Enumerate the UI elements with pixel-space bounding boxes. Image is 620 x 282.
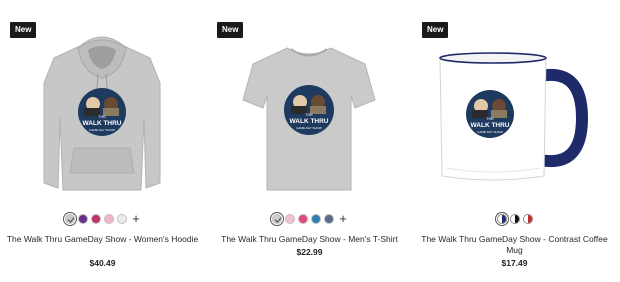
svg-text:GAME DAY SHOW: GAME DAY SHOW [477, 130, 503, 134]
product-title[interactable]: The Walk Thru GameDay Show - Contrast Co… [416, 234, 613, 256]
show-logo: THE WALK THRU GAME DAY SHOW [466, 90, 514, 138]
svg-text:WALK THRU: WALK THRU [83, 120, 122, 127]
more-colors-plus-icon[interactable]: + [339, 212, 347, 225]
svg-text:THE: THE [98, 114, 106, 119]
product-title[interactable]: The Walk Thru GameDay Show - Women's Hoo… [4, 234, 201, 245]
product-card-hoodie[interactable]: THE WALK THRU GAME DAY SHOW New + The Wa… [0, 0, 205, 282]
new-badge: New [217, 22, 244, 38]
color-swatch[interactable] [509, 214, 520, 224]
new-badge: New [422, 22, 449, 38]
color-swatch[interactable] [285, 214, 296, 224]
product-title[interactable]: The Walk Thru GameDay Show - Men's T-Shi… [211, 234, 408, 245]
show-logo: THE WALK THRU GAME DAY SHOW [78, 88, 126, 136]
color-swatch[interactable] [324, 214, 335, 224]
color-swatch[interactable] [298, 214, 309, 224]
color-swatch[interactable] [65, 214, 76, 224]
color-swatch[interactable] [104, 214, 115, 224]
product-grid: THE WALK THRU GAME DAY SHOW New + The Wa… [0, 0, 620, 282]
color-swatch[interactable] [311, 214, 322, 224]
product-card-mug[interactable]: THE WALK THRU GAME DAY SHOW New The Walk… [412, 0, 617, 282]
svg-text:THE: THE [486, 116, 494, 121]
product-price: $40.49 [89, 258, 116, 268]
color-swatches: + [207, 212, 412, 225]
svg-text:THE: THE [305, 112, 313, 117]
product-price: $17.49 [501, 258, 528, 268]
color-swatch[interactable] [78, 214, 89, 224]
svg-text:GAME DAY SHOW: GAME DAY SHOW [89, 128, 115, 132]
color-swatches: + [0, 212, 205, 225]
more-colors-plus-icon[interactable]: + [132, 212, 140, 225]
product-price: $22.99 [296, 247, 323, 257]
tshirt-image[interactable]: THE WALK THRU GAME DAY SHOW [207, 18, 412, 208]
svg-text:WALK THRU: WALK THRU [471, 122, 510, 129]
svg-text:GAME DAY SHOW: GAME DAY SHOW [296, 126, 322, 130]
color-swatches [412, 214, 617, 224]
color-swatch[interactable] [522, 214, 533, 224]
color-swatch[interactable] [91, 214, 102, 224]
new-badge: New [10, 22, 37, 38]
color-swatch[interactable] [117, 214, 128, 224]
hoodie-image[interactable]: THE WALK THRU GAME DAY SHOW [0, 18, 205, 208]
svg-text:WALK THRU: WALK THRU [290, 118, 329, 125]
mug-image[interactable]: THE WALK THRU GAME DAY SHOW [412, 18, 617, 208]
color-swatch[interactable] [496, 214, 507, 224]
product-card-tshirt[interactable]: THE WALK THRU GAME DAY SHOW New + The Wa… [207, 0, 412, 282]
show-logo: THE WALK THRU GAME DAY SHOW [284, 85, 334, 135]
color-swatch[interactable] [272, 214, 283, 224]
